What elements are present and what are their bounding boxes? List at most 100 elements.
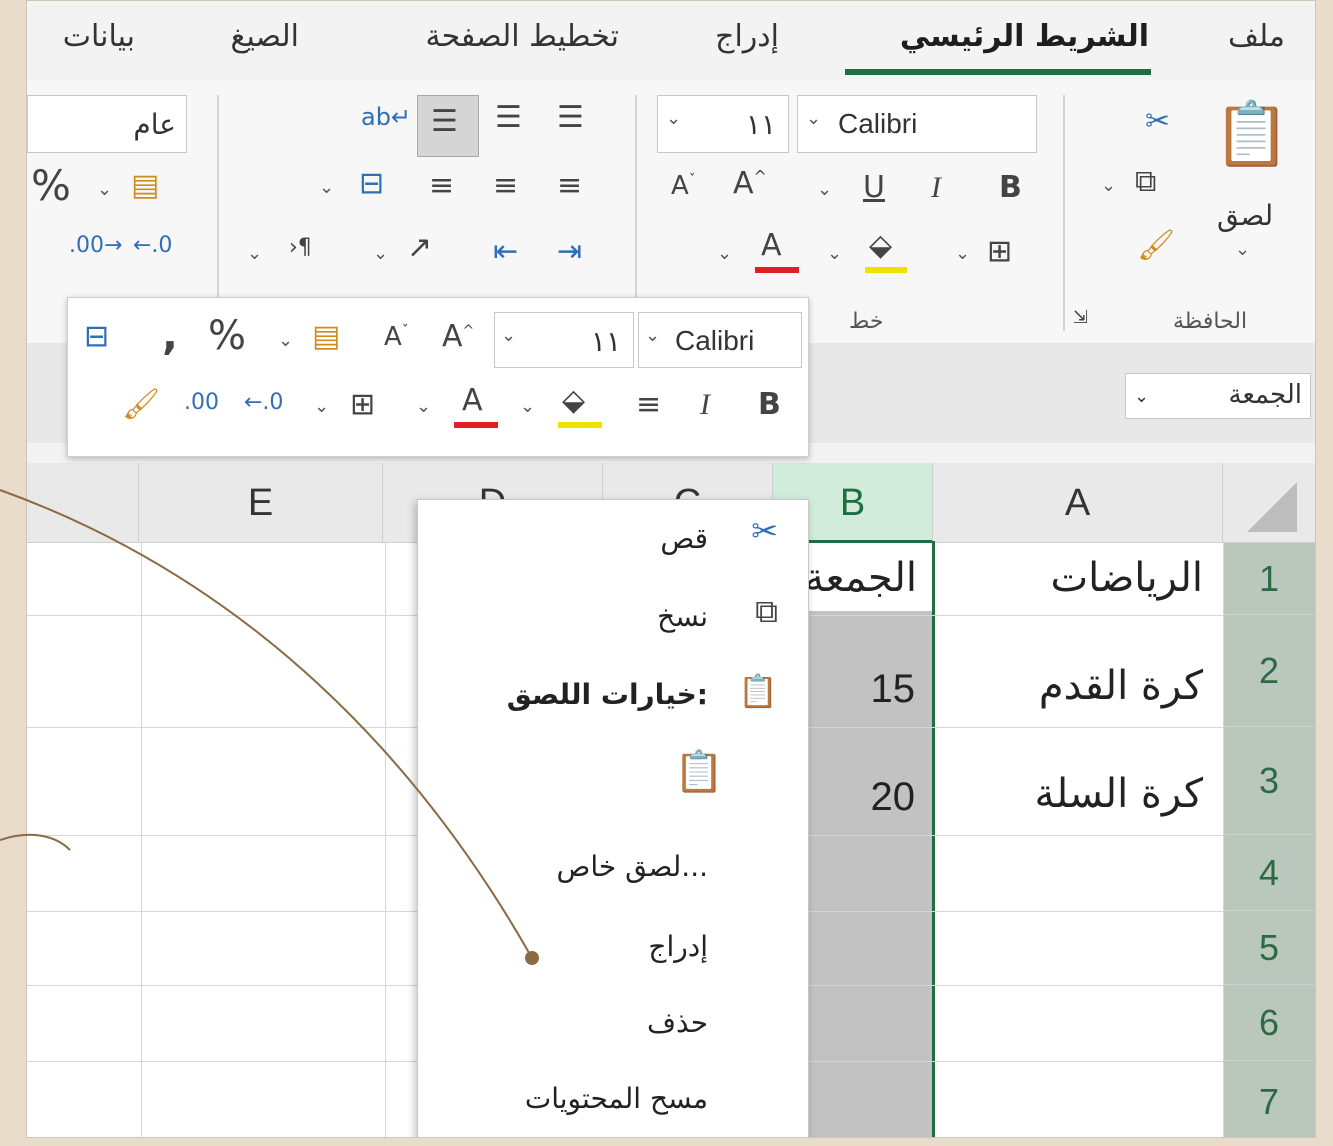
mini-borders-icon[interactable]: ⊞ [350,390,375,420]
mini-percent-icon[interactable]: % [208,316,246,356]
borders-icon[interactable]: ⊞ [987,237,1012,267]
cell-b3[interactable]: 20 [871,775,916,820]
mini-italic-icon[interactable]: I [700,390,710,420]
align-center-icon[interactable]: ≡ [493,171,518,201]
copy-icon[interactable]: ⧉ [1135,167,1156,197]
mini-merge-icon[interactable]: ⊟ [84,322,109,352]
align-bottom-icon[interactable]: ☰ [431,107,458,137]
mini-font-color-icon[interactable]: A [462,386,483,416]
mini-font-name-dropdown-icon[interactable]: ⌄ [645,327,660,345]
orientation-dropdown-icon[interactable]: ⌄ [373,245,388,263]
indent-decrease-icon[interactable]: ⇤ [493,237,518,267]
font-name-box[interactable]: ⌄ Calibri [797,95,1037,153]
tab-insert[interactable]: إدراج [715,19,779,54]
underline-dropdown-icon[interactable]: ⌄ [817,181,832,199]
mini-format-painter-icon[interactable]: 🖌 [122,390,160,420]
wrap-text-icon[interactable]: ab↵ [361,105,411,129]
column-header-e[interactable]: E [139,463,383,543]
text-direction-icon[interactable]: ›¶ [289,237,312,259]
mini-fill-dropdown-icon[interactable]: ⌄ [520,398,535,416]
fill-color-icon[interactable]: ⬙ [869,231,892,261]
font-size-dropdown-icon[interactable]: ⌄ [666,110,681,128]
paste-dropdown-icon[interactable]: ⌄ [1235,241,1250,259]
paste-label[interactable]: لصق [1217,199,1273,232]
mini-font-color-dropdown-icon[interactable]: ⌄ [416,398,431,416]
row-header-5[interactable]: 5 [1223,911,1315,985]
mini-decrease-decimal-icon[interactable]: .00 [184,392,219,414]
menu-item-insert[interactable]: إدراج [648,930,708,963]
increase-font-icon[interactable]: A^ [733,169,767,199]
accounting-format-icon[interactable]: ▤ [131,171,159,201]
decrease-font-icon[interactable]: Aˇ [671,173,696,199]
mini-accounting-icon[interactable]: ▤ [312,322,340,352]
row-header-4[interactable]: 4 [1223,835,1315,911]
mini-increase-decimal-icon[interactable]: ←.0 [244,392,283,414]
mini-accounting-dropdown-icon[interactable]: ⌄ [278,332,293,350]
accounting-dropdown-icon[interactable]: ⌄ [97,181,112,199]
font-color-icon[interactable]: A [761,231,782,261]
name-box[interactable]: الجمعة ⌄ [1125,373,1311,419]
mini-increase-font-icon[interactable]: A^ [442,322,474,352]
number-format-box[interactable]: عام [27,95,187,153]
font-name-dropdown-icon[interactable]: ⌄ [806,110,821,128]
merge-dropdown-icon[interactable]: ⌄ [319,179,334,197]
fill-color-dropdown-icon[interactable]: ⌄ [827,245,842,263]
decrease-decimal-icon[interactable]: .00→ [69,235,122,257]
align-right-icon[interactable]: ≡ [557,171,582,201]
tab-data[interactable]: بيانات [63,19,135,54]
menu-item-paste-special[interactable]: لصق خاص... [557,850,708,883]
menu-item-cut[interactable]: قص [660,522,708,555]
column-header-f[interactable] [27,463,139,543]
menu-item-clear-contents[interactable]: مسح المحتويات [525,1082,708,1115]
font-size-box[interactable]: ⌄ ١١ [657,95,789,153]
cell-a3[interactable]: كرة السلة [1035,771,1203,817]
align-left-icon[interactable]: ≡ [429,171,454,201]
font-color-dropdown-icon[interactable]: ⌄ [717,245,732,263]
row-header-2[interactable]: 2 [1223,615,1315,727]
cell-a1[interactable]: الرياضات [1051,555,1204,601]
tab-page-layout[interactable]: تخطيط الصفحة [425,19,619,54]
menu-item-copy[interactable]: نسخ [657,600,708,633]
underline-icon[interactable]: U [863,173,885,203]
column-header-a[interactable]: A [933,463,1223,543]
indent-increase-icon[interactable]: ⇥ [557,237,582,267]
mini-borders-dropdown-icon[interactable]: ⌄ [314,398,329,416]
row-header-6[interactable]: 6 [1223,985,1315,1061]
merge-center-icon[interactable]: ⊟ [359,169,384,199]
mini-font-name-box[interactable]: ⌄ Calibri [638,312,802,368]
cell-b1[interactable]: الجمعة [804,555,917,601]
borders-dropdown-icon[interactable]: ⌄ [955,245,970,263]
paste-icon[interactable]: 📋 [1213,103,1290,165]
cell-a2[interactable]: كرة القدم [1039,663,1203,709]
tab-formulas[interactable]: الصيغ [230,19,299,54]
mini-fill-color-icon[interactable]: ⬙ [562,386,585,416]
percent-icon[interactable]: % [31,165,71,207]
text-direction-dropdown-icon[interactable]: ⌄ [247,245,262,263]
cut-icon[interactable]: ✂ [1145,107,1170,137]
select-all-corner[interactable] [1223,463,1315,543]
mini-decrease-font-icon[interactable]: Aˇ [384,324,409,350]
align-top-icon[interactable]: ☰ [557,103,584,133]
mini-bold-icon[interactable]: B [758,390,781,420]
row-header-3[interactable]: 3 [1223,727,1315,835]
format-painter-icon[interactable]: 🖌 [1137,231,1175,261]
italic-icon[interactable]: I [931,173,941,203]
bold-icon[interactable]: B [999,173,1022,203]
name-box-dropdown-icon[interactable]: ⌄ [1134,386,1149,407]
mini-align-center-icon[interactable]: ≡ [636,390,661,420]
row-header-7[interactable]: 7 [1223,1061,1315,1137]
mini-font-size-dropdown-icon[interactable]: ⌄ [501,327,516,345]
copy-dropdown-icon[interactable]: ⌄ [1101,177,1116,195]
clipboard-launcher-icon[interactable]: ⇲ [1073,309,1088,327]
align-middle-icon[interactable]: ☰ [495,103,522,133]
row-header-1[interactable]: 1 [1223,543,1315,615]
menu-item-delete[interactable]: حذف [647,1006,708,1039]
mini-font-size-box[interactable]: ⌄ ١١ [494,312,634,368]
mini-comma-icon[interactable]: , [162,314,178,356]
orientation-icon[interactable]: ↗ [407,233,432,263]
tab-file[interactable]: ملف [1228,19,1285,54]
cell-b2[interactable]: 15 [871,667,916,712]
paste-option-button-icon[interactable]: 📋 [674,752,724,792]
tab-home[interactable]: الشريط الرئيسي [900,19,1149,54]
increase-decimal-icon[interactable]: ←.0 [133,235,172,257]
